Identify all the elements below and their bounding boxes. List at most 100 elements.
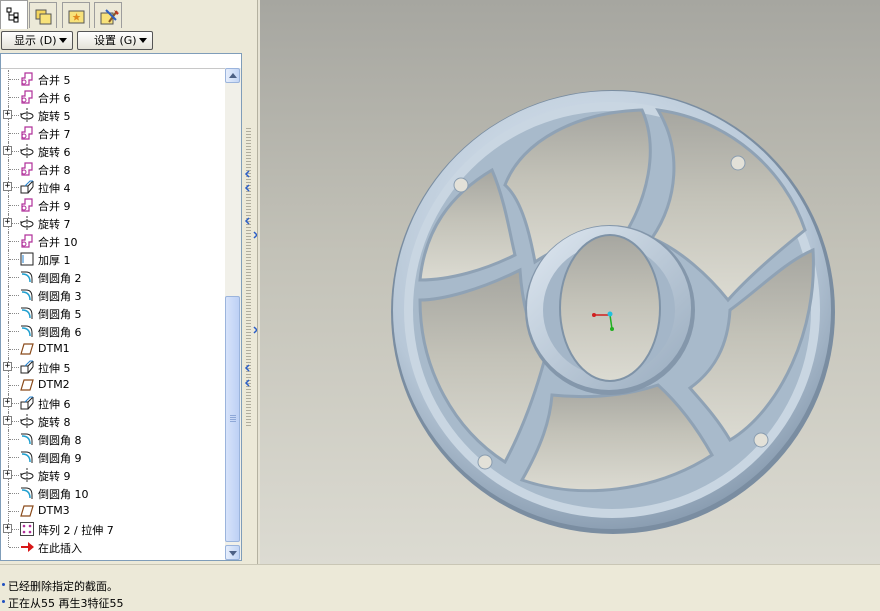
display-dropdown[interactable]: 显示 (D) [1, 31, 73, 50]
tree-item[interactable]: 合并 10 [1, 232, 224, 250]
tree-item[interactable]: 合并 8 [1, 160, 224, 178]
display-label: 显示 (D) [14, 34, 57, 47]
tree-item-label: 倒圆角 5 [38, 308, 82, 321]
tree-item-label: 在此插入 [38, 542, 82, 555]
handwheel-model[interactable] [260, 0, 880, 564]
message-line: 已经删除指定的截面。 [2, 578, 118, 594]
extrude-icon [19, 179, 35, 195]
chevron-down-icon [139, 38, 147, 43]
tree-item-label: DTM3 [38, 504, 70, 517]
tree-item-label: 倒圆角 8 [38, 434, 82, 447]
tree-item-label: 拉伸 6 [38, 398, 71, 411]
tree-item-label: 旋转 6 [38, 146, 71, 159]
tree-item-label: 合并 8 [38, 164, 71, 177]
tree-item[interactable]: + 阵列 2 / 拉伸 7 [1, 520, 224, 538]
tree-item-label: 合并 6 [38, 92, 71, 105]
tree-item[interactable]: 加厚 1 [1, 250, 224, 268]
extrude-icon [19, 395, 35, 411]
tree-item[interactable]: 倒圆角 8 [1, 430, 224, 448]
expand-icon[interactable]: + [3, 146, 12, 155]
tree-item[interactable]: DTM3 [1, 502, 224, 520]
tree-item-label: 阵列 2 / 拉伸 7 [38, 524, 114, 537]
tree-item-label: DTM2 [38, 378, 70, 391]
scroll-thumb[interactable] [225, 296, 240, 542]
merge-icon [19, 233, 35, 249]
insert-arrow-icon [19, 539, 35, 555]
round-icon [19, 305, 35, 321]
scroll-up-button[interactable] [225, 68, 240, 83]
tree-item-label: 拉伸 4 [38, 182, 71, 195]
tree-item[interactable]: 合并 6 [1, 88, 224, 106]
merge-icon [19, 71, 35, 87]
tree-item[interactable]: 倒圆角 10 [1, 484, 224, 502]
round-icon [19, 269, 35, 285]
round-icon [19, 431, 35, 447]
tree-item[interactable]: 倒圆角 9 [1, 448, 224, 466]
tree-item-label: 旋转 5 [38, 110, 71, 123]
favorites-icon [68, 10, 85, 24]
tree-item[interactable]: 合并 9 [1, 196, 224, 214]
tree-item[interactable]: + 拉伸 5 [1, 358, 224, 376]
tree-item[interactable]: + 拉伸 4 [1, 178, 224, 196]
model-tree-list: 合并 5 合并 6 + 旋转 5 合并 7 + 旋转 6 合并 8 + 拉伸 4 合并 9 + 旋转 7… [1, 70, 224, 560]
tree-item[interactable]: + 旋转 6 [1, 142, 224, 160]
message-line: 正在从55 再生3特征55 [2, 595, 124, 611]
tree-item-label: 倒圆角 2 [38, 272, 82, 285]
revolve-icon [19, 413, 35, 429]
navigator-tabs [0, 0, 242, 29]
tree-item-label: 合并 7 [38, 128, 71, 141]
tree-item[interactable]: + 旋转 9 [1, 466, 224, 484]
settings-dropdown[interactable]: 设置 (G) [77, 31, 153, 50]
tree-item-label: 旋转 9 [38, 470, 71, 483]
expand-icon[interactable]: + [3, 218, 12, 227]
thicken-icon [19, 251, 35, 267]
insert-here-marker[interactable]: 在此插入 [1, 538, 224, 556]
tree-item[interactable]: + 拉伸 6 [1, 394, 224, 412]
expand-icon[interactable]: + [3, 182, 12, 191]
model-tree-header [1, 54, 241, 69]
tree-item-label: 倒圆角 6 [38, 326, 82, 339]
tree-item[interactable]: + 旋转 7 [1, 214, 224, 232]
pattern-icon [19, 521, 35, 537]
tree-item[interactable]: 倒圆角 2 [1, 268, 224, 286]
tree-scrollbar[interactable] [225, 68, 241, 560]
folder-icon [35, 9, 52, 25]
folder-browser-tab[interactable] [29, 2, 57, 28]
tree-item[interactable]: + 旋转 5 [1, 106, 224, 124]
expand-icon[interactable]: + [3, 110, 12, 119]
connections-tab[interactable] [94, 2, 122, 28]
revolve-icon [19, 143, 35, 159]
model-tree: 合并 5 合并 6 + 旋转 5 合并 7 + 旋转 6 合并 8 + 拉伸 4 合并 9 + 旋转 7… [0, 53, 242, 561]
message-area: 已经删除指定的截面。 正在从55 再生3特征55 [0, 564, 880, 610]
expand-icon[interactable]: + [3, 416, 12, 425]
favorites-tab[interactable] [62, 2, 90, 28]
tree-item[interactable]: 倒圆角 5 [1, 304, 224, 322]
tree-item-label: DTM1 [38, 342, 70, 355]
settings-label: 设置 (G) [94, 34, 137, 47]
datum-plane-icon [19, 377, 35, 393]
tree-item-label: 拉伸 5 [38, 362, 71, 375]
tree-item[interactable]: 合并 7 [1, 124, 224, 142]
expand-icon[interactable]: + [3, 362, 12, 371]
tree-item[interactable]: DTM1 [1, 340, 224, 358]
tree-item[interactable]: 合并 5 [1, 70, 224, 88]
panel-divider[interactable] [242, 0, 261, 564]
model-tree-tab[interactable] [0, 0, 28, 29]
tree-item[interactable]: 倒圆角 3 [1, 286, 224, 304]
tree-item[interactable]: + 旋转 8 [1, 412, 224, 430]
tree-item-label: 旋转 7 [38, 218, 71, 231]
round-icon [19, 323, 35, 339]
tree-item[interactable]: DTM2 [1, 376, 224, 394]
graphics-window[interactable] [260, 0, 880, 564]
revolve-icon [19, 215, 35, 231]
round-icon [19, 449, 35, 465]
expand-icon[interactable]: + [3, 524, 12, 533]
revolve-icon [19, 467, 35, 483]
scroll-down-button[interactable] [225, 545, 240, 560]
tree-item[interactable]: 倒圆角 6 [1, 322, 224, 340]
navigator-panel: 显示 (D) 设置 (G) 合并 5 合并 6 + 旋转 5 合并 7 + 旋转 6 合并 8… [0, 0, 242, 564]
extrude-icon [19, 359, 35, 375]
expand-icon[interactable]: + [3, 398, 12, 407]
expand-icon[interactable]: + [3, 470, 12, 479]
tree-item-label: 加厚 1 [38, 254, 71, 267]
